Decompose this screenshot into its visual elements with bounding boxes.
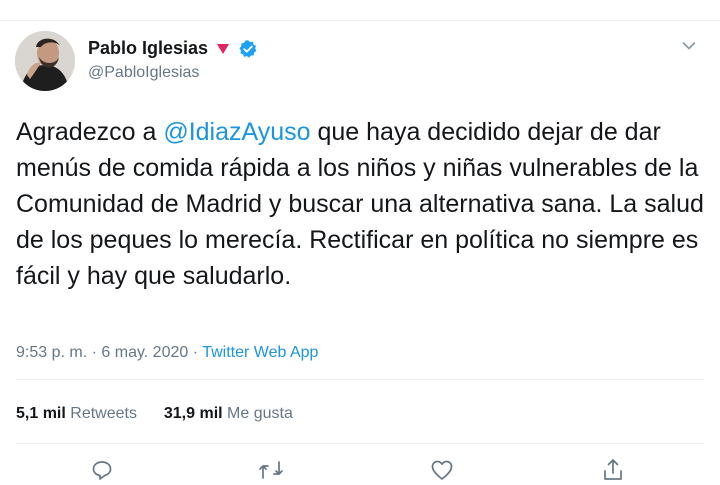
tweet-meta: 9:53 p. m. · 6 may. 2020 · Twitter Web A… [16,344,318,362]
verified-badge-icon [239,39,257,58]
retweets-label: Retweets [70,405,137,422]
reply-button[interactable] [90,458,114,485]
mention-link[interactable]: @IdiazAyuso [163,118,310,146]
author-name-row: Pablo Iglesias [88,38,258,59]
retweet-icon [259,461,283,479]
divider [16,443,704,444]
meta-separator: · [91,344,97,361]
retweet-button[interactable] [257,458,285,485]
red-triangle-emoji-icon [217,43,230,54]
tweet-date[interactable]: 6 may. 2020 [101,344,188,361]
tweet-time[interactable]: 9:53 p. m. [16,344,87,361]
meta-separator: · [192,344,199,361]
share-icon [604,459,622,480]
author-display-name[interactable]: Pablo Iglesias [88,38,208,59]
like-icon [431,460,453,480]
reply-icon [92,461,112,480]
tweet-text: Agradezco a @IdiazAyuso que haya decidid… [16,114,706,294]
tweet-actions [0,458,720,480]
top-divider [0,20,720,21]
tweet-source-link[interactable]: Twitter Web App [202,344,318,361]
chevron-down-icon [682,42,696,50]
likes-count: 31,9 mil [163,405,223,422]
tweet-text-segment: Agradezco a [16,118,164,146]
avatar-photo [15,31,75,91]
retweets-stat[interactable]: 5,1 mil Retweets [16,405,137,422]
divider [16,379,704,380]
tweet-menu-button[interactable] [682,38,696,56]
likes-stat[interactable]: 31,9 mil Me gusta [164,405,293,422]
share-button[interactable] [601,458,625,485]
likes-label: Me gusta [227,405,293,422]
like-button[interactable] [430,458,454,485]
retweets-count: 5,1 mil [16,405,66,422]
tweet-stats: 5,1 mil Retweets 31,9 mil Me gusta [16,405,293,423]
author-handle[interactable]: @PabloIglesias [88,64,199,82]
avatar[interactable] [15,31,75,91]
